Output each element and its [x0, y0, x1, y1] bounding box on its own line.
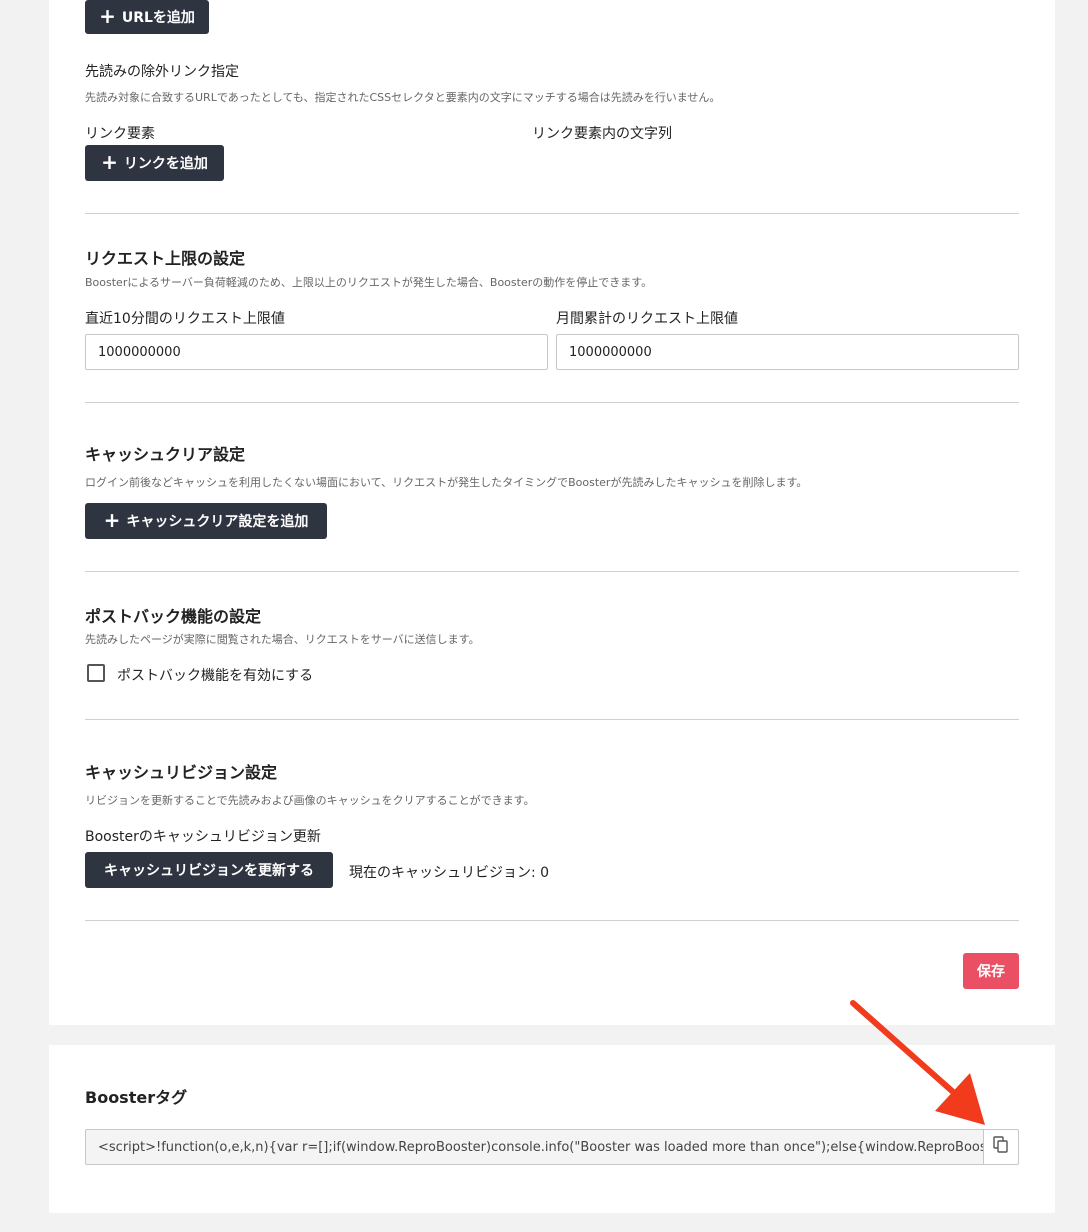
ten-minute-limit-label: 直近10分間のリクエスト上限値 [85, 311, 285, 327]
plus-icon: + [99, 4, 116, 28]
postback-checkbox-label: ポストバック機能を有効にする [117, 668, 314, 684]
update-cache-revision-label: キャッシュリビジョンを更新する [104, 863, 314, 879]
monthly-limit-label: 月間累計のリクエスト上限値 [556, 311, 738, 327]
save-button[interactable]: 保存 [963, 953, 1019, 989]
add-url-label: URLを追加 [121, 10, 195, 26]
cache-revision-title: キャッシュリビジョン設定 [85, 763, 278, 782]
divider [85, 571, 1019, 572]
divider [85, 402, 1019, 403]
link-text-label: リンク要素内の文字列 [532, 126, 672, 142]
exclude-links-description: 先読み対象に合致するURLであったとしても、指定されたCSSセレクタと要素内の文… [85, 91, 721, 104]
booster-tag-code: <script>!function(o,e,k,n){var r=[];if(w… [98, 1139, 984, 1155]
monthly-limit-input[interactable] [556, 334, 1019, 370]
copy-button[interactable] [983, 1129, 1019, 1165]
link-element-label: リンク要素 [85, 126, 155, 142]
plus-icon: + [103, 508, 121, 532]
plus-icon: + [101, 150, 118, 174]
add-cache-clear-label: キャッシュクリア設定を追加 [126, 514, 309, 530]
exclude-links-title: 先読みの除外リンク指定 [85, 64, 239, 80]
add-link-button[interactable]: + リンクを追加 [85, 145, 224, 181]
booster-tag-code-field[interactable]: <script>!function(o,e,k,n){var r=[];if(w… [85, 1129, 984, 1165]
add-link-label: リンクを追加 [123, 156, 208, 172]
current-revision-text: 現在のキャッシュリビジョン: 0 [349, 865, 550, 881]
request-limit-description: Boosterによるサーバー負荷軽減のため、上限以上のリクエストが発生した場合、… [85, 276, 653, 289]
booster-tag-title: Boosterタグ [85, 1088, 188, 1107]
postback-title: ポストバック機能の設定 [85, 607, 262, 626]
cache-clear-description: ログイン前後などキャッシュを利用したくない場面において、リクエストが発生したタイ… [85, 476, 808, 489]
add-url-button[interactable]: + URLを追加 [85, 0, 209, 34]
divider [85, 213, 1019, 214]
cache-revision-description: リビジョンを更新することで先読みおよび画像のキャッシュをクリアすることができます… [85, 794, 535, 807]
postback-description: 先読みしたページが実際に閲覧された場合、リクエストをサーバに送信します。 [85, 633, 480, 646]
request-limit-title: リクエスト上限の設定 [85, 249, 246, 268]
copy-icon [993, 1136, 1009, 1158]
cache-revision-sub-label: Boosterのキャッシュリビジョン更新 [85, 829, 321, 845]
save-label: 保存 [977, 964, 1005, 980]
add-cache-clear-button[interactable]: + キャッシュクリア設定を追加 [85, 503, 327, 539]
update-cache-revision-button[interactable]: キャッシュリビジョンを更新する [85, 852, 333, 888]
postback-checkbox[interactable] [87, 664, 105, 682]
cache-clear-title: キャッシュクリア設定 [85, 445, 246, 464]
divider [85, 719, 1019, 720]
ten-minute-limit-input[interactable] [85, 334, 548, 370]
divider [85, 920, 1019, 921]
